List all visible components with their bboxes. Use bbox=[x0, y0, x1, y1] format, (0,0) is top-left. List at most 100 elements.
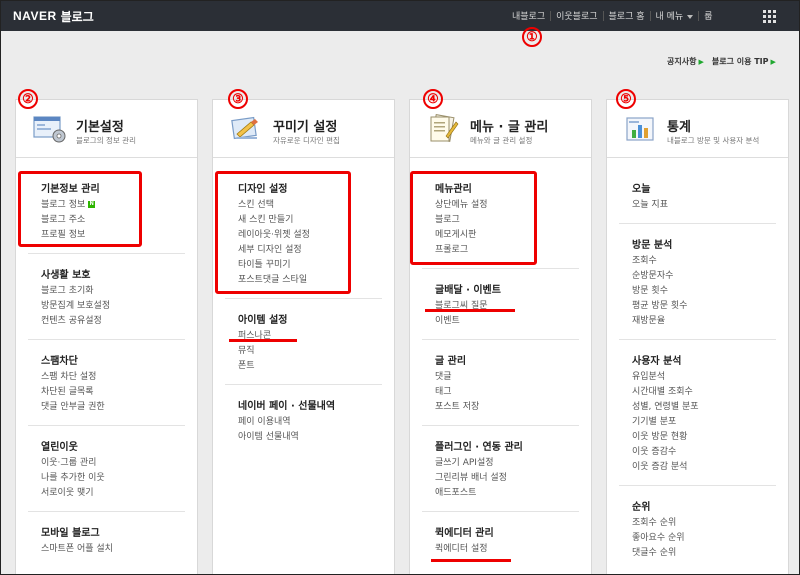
group-spam: 스팸차단 스팸 차단 설정 차단된 글목록 댓글 안부글 권한 bbox=[16, 352, 197, 415]
menu-item[interactable]: 댓글 안부글 권한 bbox=[41, 400, 197, 415]
menu-item[interactable]: 컨텐츠 공유설정 bbox=[41, 314, 197, 329]
menu-item[interactable]: 오늘 지표 bbox=[632, 198, 788, 213]
notice-link-label: 공지사항 bbox=[667, 57, 697, 66]
menu-item[interactable]: 재방문율 bbox=[632, 314, 788, 329]
apps-grid-icon[interactable] bbox=[763, 10, 776, 23]
menu-item[interactable]: 아이템 선물내역 bbox=[238, 430, 394, 445]
menu-item[interactable]: 포스트 저장 bbox=[435, 400, 591, 415]
menu-item[interactable]: 페이 이용내역 bbox=[238, 415, 394, 430]
column-description: 블로그의 정보 관리 bbox=[76, 136, 136, 145]
menu-item[interactable]: 이벤트 bbox=[435, 314, 591, 329]
underline-personacon bbox=[229, 339, 297, 342]
group-mobile: 모바일 블로그 스마트폰 어플 설치 bbox=[16, 524, 197, 557]
divider bbox=[28, 425, 185, 426]
menu-item[interactable]: 차단된 글목록 bbox=[41, 385, 197, 400]
menu-item[interactable]: 방문집계 보호설정 bbox=[41, 299, 197, 314]
group-title: 순위 bbox=[632, 502, 651, 513]
naver-logo-text: NAVER bbox=[13, 9, 57, 23]
column-header: 통계 내블로그 방문 및 사용자 분석 bbox=[607, 100, 788, 158]
group-title: 퀵에디터 관리 bbox=[435, 528, 494, 539]
column-statistics: 통계 내블로그 방문 및 사용자 분석 오늘 오늘 지표 방문 분석 조회수 순… bbox=[606, 99, 789, 574]
group-title: 네이버 페이 · 선물내역 bbox=[238, 401, 336, 412]
menu-item[interactable]: 시간대별 조회수 bbox=[632, 385, 788, 400]
menu-item[interactable]: 조회수 순위 bbox=[632, 516, 788, 531]
menu-item[interactable]: 나를 추가한 이웃 bbox=[41, 471, 197, 486]
column-description: 내블로그 방문 및 사용자 분석 bbox=[667, 136, 760, 145]
menu-item[interactable]: 폰트 bbox=[238, 359, 394, 374]
divider bbox=[422, 511, 579, 512]
underline-quick-editor bbox=[431, 559, 511, 562]
menu-item[interactable]: 성별, 연령별 분포 bbox=[632, 400, 788, 415]
nav-user[interactable]: 룹 bbox=[699, 9, 717, 22]
group-privacy: 사생활 보호 블로그 초기화 방문집계 보호설정 컨텐츠 공유설정 bbox=[16, 266, 197, 329]
menu-item[interactable]: 애드포스트 bbox=[435, 486, 591, 501]
menu-item[interactable]: 댓글수 순위 bbox=[632, 546, 788, 561]
menu-item[interactable]: 이웃 방문 현황 bbox=[632, 430, 788, 445]
menu-item[interactable]: 스마트폰 어플 설치 bbox=[41, 542, 197, 557]
group-title: 사용자 분석 bbox=[632, 356, 682, 367]
column-title: 통계 bbox=[667, 120, 691, 135]
group-title: 오늘 bbox=[632, 184, 651, 195]
stats-chart-icon bbox=[626, 117, 654, 141]
menu-item[interactable]: 글쓰기 API설정 bbox=[435, 456, 591, 471]
notice-link[interactable]: 공지사항 ▶ bbox=[667, 56, 704, 67]
menu-item[interactable]: 이웃·그룹 관리 bbox=[41, 456, 197, 471]
page-frame: NAVER 블로그 내블로그 이웃블로그 블로그 홈 내 메뉴 룹 공지사항 ▶ … bbox=[0, 0, 800, 575]
menu-item[interactable]: 블로그 초기화 bbox=[41, 284, 197, 299]
arrow-right-icon: ▶ bbox=[770, 58, 776, 66]
menu-item[interactable]: 좋아요수 순위 bbox=[632, 531, 788, 546]
annotation-number-5: ⑤ bbox=[616, 89, 636, 109]
menu-item[interactable]: 댓글 bbox=[435, 370, 591, 385]
divider bbox=[619, 339, 776, 340]
menu-item[interactable]: 스팸 차단 설정 bbox=[41, 370, 197, 385]
design-palette-icon bbox=[231, 116, 258, 140]
column-title: 기본설정 bbox=[76, 120, 124, 135]
divider bbox=[422, 339, 579, 340]
nav-my-menu[interactable]: 내 메뉴 bbox=[651, 9, 699, 22]
top-bar: NAVER 블로그 내블로그 이웃블로그 블로그 홈 내 메뉴 룹 bbox=[1, 1, 799, 31]
menu-item[interactable]: 서로이웃 맺기 bbox=[41, 486, 197, 501]
arrow-right-icon: ▶ bbox=[698, 58, 704, 66]
nav-my-menu-label: 내 메뉴 bbox=[655, 12, 684, 22]
group-quick-editor: 퀵에디터 관리 퀵에디터 설정 bbox=[410, 524, 591, 557]
group-title: 모바일 블로그 bbox=[41, 528, 100, 539]
column-header: 기본설정 블로그의 정보 관리 bbox=[16, 100, 197, 158]
naver-blog-logo[interactable]: NAVER 블로그 bbox=[13, 8, 94, 24]
top-nav: 내블로그 이웃블로그 블로그 홈 내 메뉴 룹 bbox=[507, 9, 718, 22]
menu-item[interactable]: 태그 bbox=[435, 385, 591, 400]
highlight-box-design bbox=[215, 171, 351, 294]
blog-tip-link[interactable]: 블로그 이용 TIP ▶ bbox=[712, 56, 776, 67]
group-neighbors: 열린이웃 이웃·그룹 관리 나를 추가한 이웃 서로이웃 맺기 bbox=[16, 438, 197, 501]
document-stack-icon bbox=[430, 114, 459, 142]
menu-item[interactable]: 조회수 bbox=[632, 254, 788, 269]
blog-logo-text: 블로그 bbox=[60, 9, 94, 24]
group-title: 스팸차단 bbox=[41, 356, 78, 367]
divider bbox=[225, 384, 382, 385]
group-title: 글배달 · 이벤트 bbox=[435, 285, 501, 296]
group-naver-pay: 네이버 페이 · 선물내역 페이 이용내역 아이템 선물내역 bbox=[213, 397, 394, 445]
menu-item[interactable]: 뮤직 bbox=[238, 344, 394, 359]
menu-item[interactable]: 방문 횟수 bbox=[632, 284, 788, 299]
nav-blog-home[interactable]: 블로그 홈 bbox=[604, 9, 650, 22]
menu-item[interactable]: 그린리뷰 배너 설정 bbox=[435, 471, 591, 486]
menu-item-quick-editor-settings[interactable]: 퀵에디터 설정 bbox=[435, 542, 591, 557]
menu-item[interactable]: 유입분석 bbox=[632, 370, 788, 385]
group-plugin: 플러그인 · 연동 관리 글쓰기 API설정 그린리뷰 배너 설정 애드포스트 bbox=[410, 438, 591, 501]
menu-item[interactable]: 이웃 증감 분석 bbox=[632, 460, 788, 475]
menu-item[interactable]: 기기별 분포 bbox=[632, 415, 788, 430]
group-title: 아이템 설정 bbox=[238, 315, 288, 326]
menu-item[interactable]: 이웃 증감수 bbox=[632, 445, 788, 460]
group-post-delivery: 글배달 · 이벤트 블로그씨 질문 이벤트 bbox=[410, 281, 591, 329]
menu-item[interactable]: 평균 방문 횟수 bbox=[632, 299, 788, 314]
group-visit-analysis: 방문 분석 조회수 순방문자수 방문 횟수 평균 방문 횟수 재방문율 bbox=[607, 236, 788, 329]
column-title: 꾸미기 설정 bbox=[273, 120, 338, 135]
nav-my-blog[interactable]: 내블로그 bbox=[507, 9, 550, 22]
divider bbox=[225, 298, 382, 299]
group-items: 아이템 설정 퍼스나콘 뮤직 폰트 bbox=[213, 311, 394, 374]
divider bbox=[619, 223, 776, 224]
nav-neighbor-blog[interactable]: 이웃블로그 bbox=[551, 9, 602, 22]
annotation-number-4: ④ bbox=[423, 89, 443, 109]
menu-item[interactable]: 순방문자수 bbox=[632, 269, 788, 284]
settings-window-icon bbox=[33, 116, 66, 143]
column-title: 메뉴 · 글 관리 bbox=[470, 120, 549, 135]
